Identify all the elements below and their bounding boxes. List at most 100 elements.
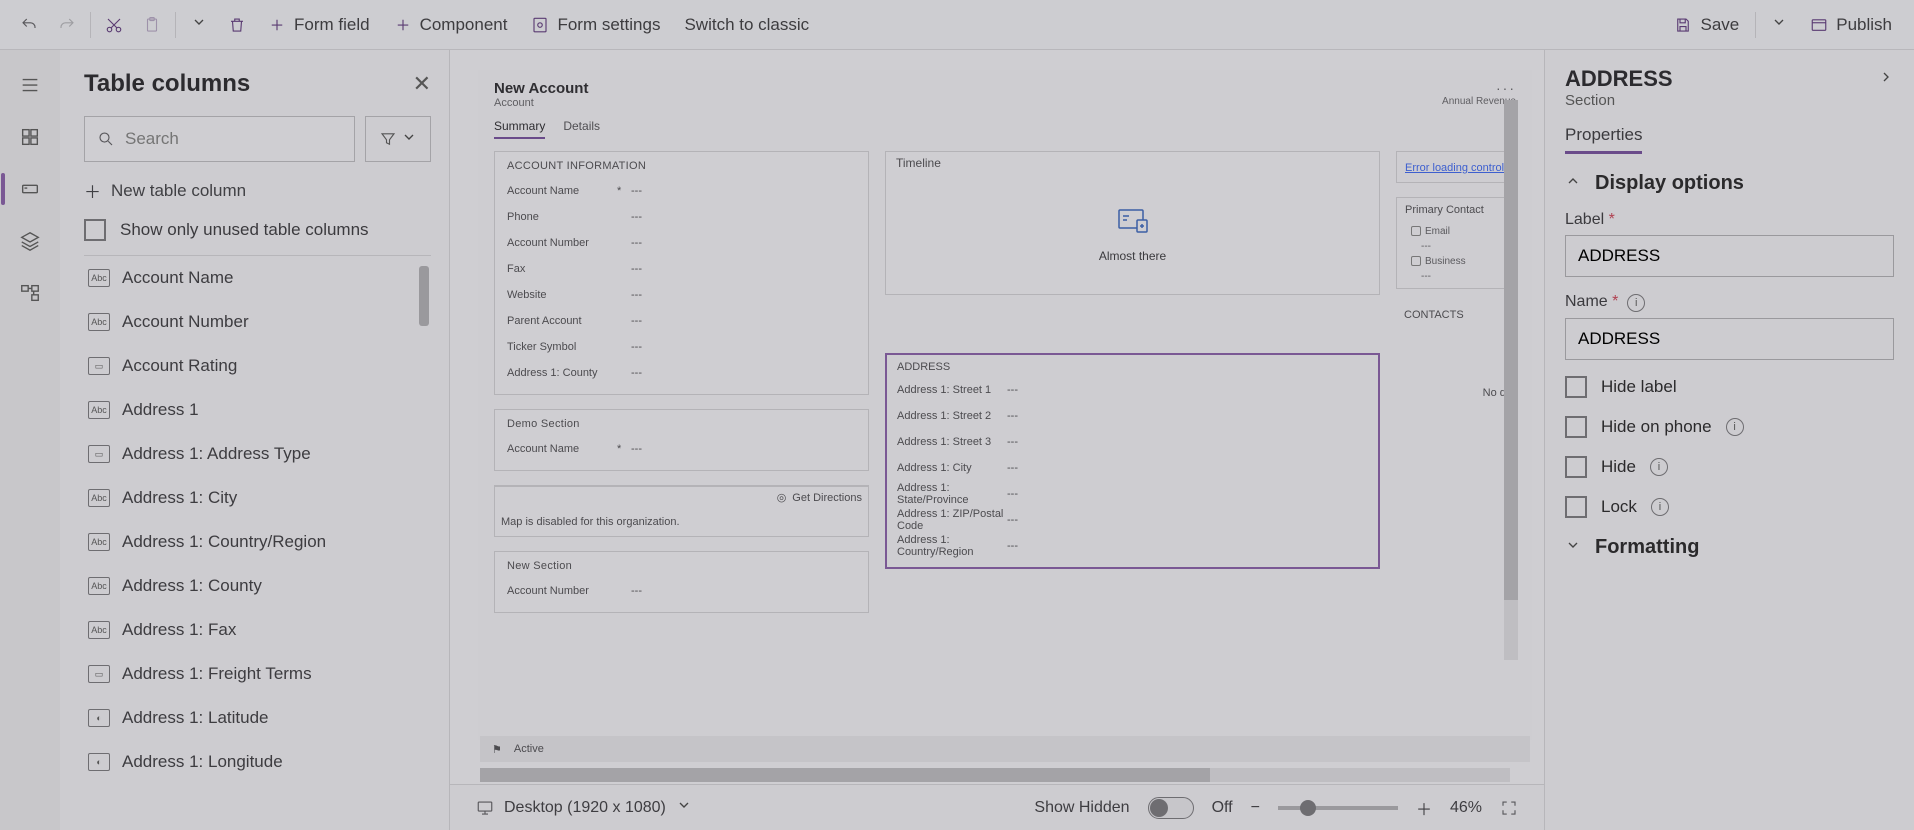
label-input[interactable] bbox=[1565, 235, 1894, 277]
new-table-column-button[interactable]: ＋New table column bbox=[84, 178, 431, 203]
name-input[interactable] bbox=[1565, 318, 1894, 360]
scrollbar-thumb[interactable] bbox=[419, 266, 429, 326]
add-component-button[interactable]: Component bbox=[384, 9, 518, 41]
divider bbox=[90, 12, 91, 38]
search-input-wrap[interactable] bbox=[84, 116, 355, 162]
switch-to-classic-button[interactable]: Switch to classic bbox=[674, 9, 819, 41]
contacts-section[interactable]: CONTACTS No da bbox=[1396, 303, 1516, 399]
save-dropdown[interactable] bbox=[1762, 8, 1796, 41]
list-item[interactable]: AbcAccount Name bbox=[84, 256, 431, 300]
canvas-footer: Desktop (1920 x 1080) Show Hidden Off − … bbox=[450, 784, 1544, 830]
list-item[interactable]: ▭Address 1: Address Type bbox=[84, 432, 431, 476]
canvas-horizontal-scrollbar[interactable] bbox=[480, 768, 1510, 782]
tab-details[interactable]: Details bbox=[563, 115, 600, 139]
tree-view-icon[interactable] bbox=[11, 274, 49, 312]
list-item[interactable]: ▭Address 1: Freight Terms bbox=[84, 652, 431, 696]
properties-tab[interactable]: Properties bbox=[1565, 125, 1642, 154]
label: Component bbox=[420, 15, 508, 35]
table-columns-icon[interactable] bbox=[11, 170, 49, 208]
close-panel-button[interactable]: ✕ bbox=[413, 71, 431, 97]
account-info-section[interactable]: ACCOUNT INFORMATION Account Name*--- Pho… bbox=[494, 151, 869, 395]
left-nav-rail bbox=[0, 50, 60, 830]
list-item[interactable]: AbcAddress 1: City bbox=[84, 476, 431, 520]
device-selector[interactable]: Desktop (1920 x 1080) bbox=[476, 797, 692, 818]
error-control-box[interactable]: Error loading control bbox=[1396, 151, 1516, 183]
expand-panel-button[interactable] bbox=[1878, 69, 1894, 90]
panel-title: Table columns bbox=[84, 70, 250, 98]
search-input[interactable] bbox=[125, 129, 342, 149]
label: Publish bbox=[1836, 15, 1892, 35]
map-section[interactable]: ◎Get Directions Map is disabled for this… bbox=[494, 485, 869, 537]
label: Form settings bbox=[557, 15, 660, 35]
list-item[interactable]: AbcAddress 1 bbox=[84, 388, 431, 432]
zoom-out-button[interactable]: − bbox=[1251, 799, 1260, 817]
new-section[interactable]: New Section Account Number--- bbox=[494, 551, 869, 613]
add-form-field-button[interactable]: Form field bbox=[258, 9, 380, 41]
form-entity: Account bbox=[494, 97, 1442, 109]
components-icon[interactable] bbox=[11, 118, 49, 156]
checkbox[interactable] bbox=[84, 219, 106, 241]
form-header: New Account Account ··· Annual Revenue bbox=[478, 70, 1532, 113]
zoom-in-button[interactable]: ＋ bbox=[1416, 796, 1432, 820]
hamburger-button[interactable] bbox=[11, 66, 49, 104]
save-button[interactable]: Save bbox=[1664, 9, 1749, 41]
target-icon: ◎ bbox=[777, 491, 787, 504]
demo-section[interactable]: Demo Section Account Name*--- bbox=[494, 409, 869, 471]
redo-button[interactable] bbox=[50, 10, 84, 40]
form-settings-button[interactable]: Form settings bbox=[521, 9, 670, 41]
info-icon[interactable]: i bbox=[1650, 458, 1668, 476]
list-item[interactable]: ◐Address 1: Latitude bbox=[84, 696, 431, 740]
delete-button[interactable] bbox=[220, 10, 254, 40]
primary-contact-box[interactable]: Primary Contact Email --- Business --- bbox=[1396, 197, 1516, 289]
table-columns-panel: Table columns ✕ ＋New table column Show o… bbox=[60, 50, 450, 830]
show-unused-toggle[interactable]: Show only unused table columns bbox=[84, 219, 431, 241]
undo-button[interactable] bbox=[12, 10, 46, 40]
search-icon bbox=[97, 130, 115, 148]
zoom-slider[interactable] bbox=[1278, 806, 1398, 810]
lock-icon bbox=[1411, 226, 1421, 236]
show-hidden-toggle[interactable] bbox=[1148, 797, 1194, 819]
info-icon[interactable]: i bbox=[1627, 294, 1645, 312]
list-item[interactable]: AbcAddress 1: Fax bbox=[84, 608, 431, 652]
label: Show only unused table columns bbox=[120, 220, 369, 240]
info-icon[interactable]: i bbox=[1726, 418, 1744, 436]
lock-icon bbox=[1411, 256, 1421, 266]
fit-to-screen-icon[interactable] bbox=[1500, 799, 1518, 817]
paste-button[interactable] bbox=[135, 10, 169, 40]
timeline-icon bbox=[1117, 206, 1149, 239]
info-icon[interactable]: i bbox=[1651, 498, 1669, 516]
tab-summary[interactable]: Summary bbox=[494, 115, 545, 139]
divider bbox=[175, 12, 176, 38]
cut-button[interactable] bbox=[97, 10, 131, 40]
list-item[interactable]: AbcAddress 1: County bbox=[84, 564, 431, 608]
list-item[interactable]: AbcAccount Number bbox=[84, 300, 431, 344]
paste-dropdown[interactable] bbox=[182, 8, 216, 41]
label: Switch to classic bbox=[684, 15, 809, 35]
canvas-vertical-scrollbar[interactable] bbox=[1504, 100, 1518, 660]
zoom-percent: 46% bbox=[1450, 799, 1482, 817]
layers-icon[interactable] bbox=[11, 222, 49, 260]
list-item[interactable]: AbcAddress 1: Country/Region bbox=[84, 520, 431, 564]
address-section-selected[interactable]: ADDRESS Address 1: Street 1--- Address 1… bbox=[885, 353, 1380, 569]
divider bbox=[1755, 12, 1756, 38]
show-hidden-label: Show Hidden bbox=[1034, 799, 1129, 817]
column-list: AbcAccount Name AbcAccount Number ▭Accou… bbox=[84, 255, 431, 784]
error-link[interactable]: Error loading control bbox=[1405, 162, 1504, 174]
formatting-accordion[interactable]: Formatting bbox=[1565, 536, 1894, 559]
form-canvas: New Account Account ··· Annual Revenue S… bbox=[450, 50, 1544, 830]
hide-on-phone-checkbox[interactable]: Hide on phonei bbox=[1565, 416, 1894, 438]
lock-checkbox[interactable]: Locki bbox=[1565, 496, 1894, 518]
props-title: ADDRESS bbox=[1565, 66, 1673, 92]
hide-label-checkbox[interactable]: Hide label bbox=[1565, 376, 1894, 398]
props-subtitle: Section bbox=[1565, 92, 1894, 109]
publish-button[interactable]: Publish bbox=[1800, 9, 1902, 41]
hide-checkbox[interactable]: Hidei bbox=[1565, 456, 1894, 478]
label: New table column bbox=[111, 181, 246, 201]
form-tabs: Summary Details bbox=[478, 113, 1532, 141]
list-item[interactable]: ▭Account Rating bbox=[84, 344, 431, 388]
filter-button[interactable] bbox=[365, 116, 431, 162]
list-item[interactable]: ◐Address 1: Longitude bbox=[84, 740, 431, 784]
timeline-section[interactable]: Timeline Almost there bbox=[885, 151, 1380, 295]
display-options-accordion[interactable]: Display options bbox=[1565, 172, 1894, 195]
header-menu[interactable]: ··· bbox=[1442, 80, 1516, 96]
